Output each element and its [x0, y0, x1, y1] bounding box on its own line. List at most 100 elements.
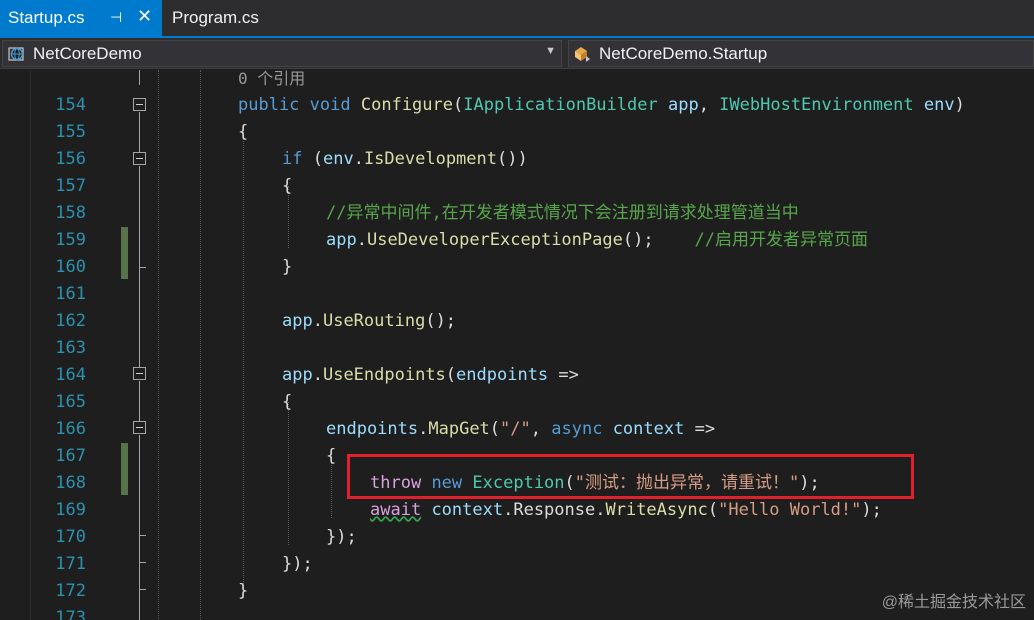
close-icon[interactable]: ✕	[137, 6, 152, 27]
keyword: async	[551, 419, 603, 439]
code-line-166: endpoints.MapGet("/", async context =>	[326, 416, 715, 443]
brace: }	[282, 257, 293, 277]
punctuation: .	[353, 149, 364, 169]
code-line-165: {	[282, 389, 292, 416]
line-number: 161	[55, 284, 86, 304]
parameter: context	[612, 419, 685, 439]
keyword-warning: await	[370, 500, 422, 520]
watermark: @稀土掘金技术社区	[881, 594, 1026, 611]
collapse-icon[interactable]	[133, 367, 146, 380]
outline-line	[139, 562, 140, 589]
tab-startup-cs[interactable]: Startup.cs ⊣ ✕	[0, 0, 162, 36]
highlight-annotation-box	[347, 454, 914, 499]
brace: {	[238, 122, 249, 142]
project-dropdown[interactable]: NetCoreDemo ▼	[2, 40, 562, 67]
outline-end	[139, 267, 146, 268]
string-literal: "/"	[500, 419, 531, 439]
code-editor[interactable]: 154 155 156 157 158 159 160 161 162 163 …	[0, 70, 1034, 620]
globe-project-icon	[6, 44, 28, 64]
class-icon	[572, 44, 594, 64]
line-number: 169	[55, 500, 86, 520]
operator: =>	[684, 419, 716, 439]
line-number: 160	[55, 257, 86, 277]
collapse-icon[interactable]	[133, 152, 146, 165]
parameter: context	[431, 500, 504, 520]
collapse-icon[interactable]	[133, 98, 146, 111]
punctuation: )	[954, 95, 965, 115]
method-name: IsDevelopment	[363, 149, 497, 169]
brace: }	[238, 581, 249, 601]
punctuation: (	[445, 365, 457, 385]
line-number: 164	[55, 365, 86, 385]
code-line-170: });	[326, 524, 357, 551]
code-line-157: {	[282, 173, 292, 200]
punctuation: (	[489, 419, 501, 439]
code-line-155: {	[238, 119, 248, 146]
property-name: Response	[513, 500, 596, 520]
pin-icon[interactable]: ⊣	[110, 9, 122, 26]
punctuation: .	[595, 500, 606, 520]
indent-guide	[158, 70, 159, 620]
collapse-icon[interactable]	[133, 421, 146, 434]
project-name: NetCoreDemo	[33, 43, 142, 63]
line-number: 158	[55, 203, 86, 223]
tab-program-cs[interactable]: Program.cs	[164, 0, 280, 36]
method-name: Configure	[360, 95, 453, 115]
code-line-160: }	[282, 254, 292, 281]
line-number: 171	[55, 554, 86, 574]
punctuation: (	[707, 500, 719, 520]
method-name: WriteAsync	[605, 500, 708, 520]
document-tab-strip: Startup.cs ⊣ ✕ Program.cs	[0, 0, 1034, 38]
line-number: 165	[55, 392, 86, 412]
type-name: NetCoreDemo.Startup	[599, 43, 768, 63]
code-line-156: if (env.IsDevelopment())	[282, 146, 528, 173]
outline-end	[139, 535, 146, 536]
line-number: 157	[55, 176, 86, 196]
line-number: 154	[55, 95, 86, 115]
punctuation: });	[326, 527, 357, 547]
method-name: UseDeveloperExceptionPage	[366, 230, 623, 250]
code-line-158: //异常中间件,在开发者模式情况下会注册到请求处理管道当中	[326, 200, 799, 227]
punctuation: .	[418, 419, 429, 439]
punctuation: .	[312, 311, 323, 331]
code-line-162: app.UseRouting();	[282, 308, 456, 335]
outline-line	[139, 435, 140, 535]
brace: {	[326, 446, 337, 466]
punctuation: .	[356, 230, 367, 250]
outline-line	[139, 112, 140, 152]
outline-end	[139, 562, 146, 563]
comment: //异常中间件,在开发者模式情况下会注册到请求处理管道当中	[326, 203, 799, 223]
tab-label: Program.cs	[172, 8, 259, 27]
punctuation: (	[302, 149, 323, 169]
line-number: 172	[55, 581, 86, 601]
method-name: UseEndpoints	[322, 365, 446, 385]
indent-guide	[288, 402, 289, 545]
line-number: 163	[55, 338, 86, 358]
parameter: app	[326, 230, 357, 250]
line-number: 168	[55, 473, 86, 493]
code-line-154: public void Configure(IApplicationBuilde…	[238, 92, 965, 119]
type-name: IWebHostEnvironment	[719, 95, 914, 115]
code-line-164: app.UseEndpoints(endpoints =>	[282, 362, 579, 389]
navigation-bar: NetCoreDemo ▼ NetCoreDemo.Startup	[0, 38, 1034, 69]
type-name: IApplicationBuilder	[463, 95, 658, 115]
code-line-167: {	[326, 443, 336, 470]
outline-line	[139, 70, 140, 85]
parameter: env	[923, 95, 955, 115]
type-dropdown[interactable]: NetCoreDemo.Startup	[568, 40, 1034, 67]
parameter: env	[322, 149, 354, 169]
keyword: public	[238, 95, 300, 115]
code-lens-references[interactable]: 0 个引用	[238, 70, 305, 92]
punctuation: ();	[622, 230, 654, 250]
keyword: void	[309, 95, 351, 115]
code-line-159: app.UseDeveloperExceptionPage(); //启用开发者…	[326, 227, 868, 254]
chevron-down-icon[interactable]: ▼	[545, 45, 556, 57]
brace: {	[282, 392, 293, 412]
line-number: 167	[55, 446, 86, 466]
margin-divider	[30, 70, 31, 620]
indent-guide	[243, 132, 244, 598]
code-line-169: await context.Response.WriteAsync("Hello…	[370, 497, 882, 524]
punctuation: ())	[497, 149, 528, 169]
outline-line	[139, 267, 140, 367]
line-number: 166	[55, 419, 86, 439]
